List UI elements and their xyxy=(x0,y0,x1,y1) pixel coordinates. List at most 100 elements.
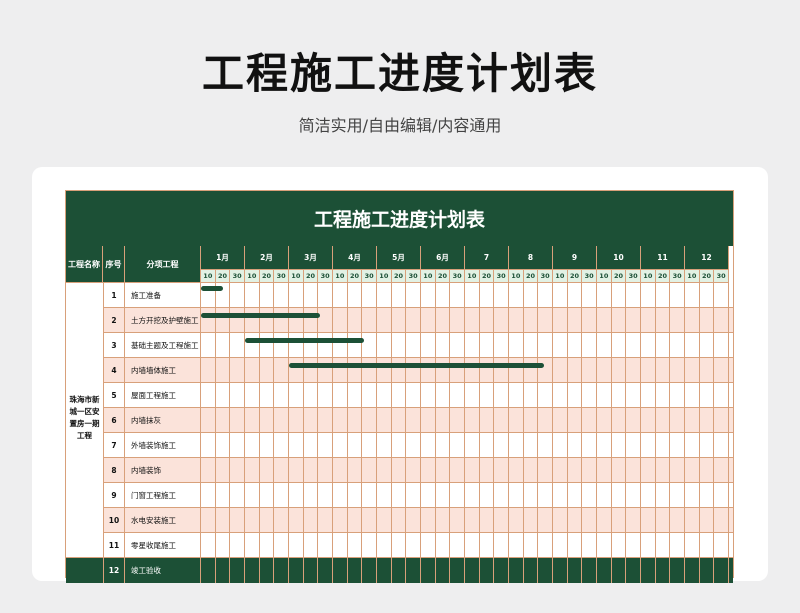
day-header: 10 xyxy=(465,270,480,283)
schedule-cell xyxy=(304,458,319,482)
schedule-cell xyxy=(230,408,245,432)
schedule-cell xyxy=(274,308,289,332)
schedule-cell xyxy=(700,433,715,457)
schedule-cell xyxy=(274,458,289,482)
schedule-cell xyxy=(538,483,553,507)
day-header: 10 xyxy=(377,270,392,283)
schedule-cell xyxy=(406,533,421,557)
month-header: 7 xyxy=(465,246,509,270)
schedule-cell xyxy=(612,483,627,507)
schedule-cell xyxy=(582,558,597,583)
day-header: 10 xyxy=(597,270,612,283)
gantt-bar xyxy=(201,313,320,318)
schedule-cell xyxy=(538,408,553,432)
schedule-cell xyxy=(465,333,480,357)
schedule-cell xyxy=(700,333,715,357)
schedule-cell xyxy=(700,558,715,583)
day-header: 10 xyxy=(421,270,436,283)
schedule-cell xyxy=(465,308,480,332)
schedule-cell xyxy=(318,483,333,507)
schedule-cell xyxy=(333,308,348,332)
day-header: 20 xyxy=(567,270,583,283)
schedule-cell xyxy=(362,458,377,482)
schedule-cell xyxy=(436,433,451,457)
schedule-cell xyxy=(245,308,260,332)
schedule-cell xyxy=(465,433,480,457)
schedule-cell xyxy=(216,458,231,482)
schedule-cell xyxy=(201,508,216,532)
schedule-cell xyxy=(318,433,333,457)
schedule-cell xyxy=(568,333,583,357)
schedule-cell xyxy=(304,308,319,332)
schedule-cell xyxy=(348,333,363,357)
day-header: 10 xyxy=(333,270,348,283)
schedule-cell xyxy=(538,358,553,382)
schedule-cell xyxy=(406,283,421,307)
schedule-cell xyxy=(538,433,553,457)
schedule-cell xyxy=(700,358,715,382)
schedule-cell xyxy=(641,383,656,407)
task-name: 土方开挖及护壁施工 xyxy=(125,308,201,332)
month-header: 12 xyxy=(685,246,729,270)
schedule-cell xyxy=(216,558,231,583)
day-header: 20 xyxy=(523,270,539,283)
month-header: 11 xyxy=(641,246,685,270)
schedule-cell xyxy=(612,383,627,407)
schedule-cell xyxy=(685,508,700,532)
task-name: 竣工验收 xyxy=(125,558,201,583)
schedule-cell xyxy=(700,508,715,532)
task-row: 11 零星收尾施工 xyxy=(66,533,733,558)
schedule-cell xyxy=(494,483,509,507)
schedule-cell xyxy=(362,358,377,382)
schedule-cell xyxy=(612,558,627,583)
schedule-cell xyxy=(230,383,245,407)
schedule-cell xyxy=(685,358,700,382)
schedule-cell xyxy=(260,408,275,432)
schedule-cell xyxy=(480,483,495,507)
schedule-cell xyxy=(289,533,304,557)
schedule-cell xyxy=(509,433,524,457)
schedule-cell xyxy=(582,508,597,532)
schedule-cell xyxy=(509,358,524,382)
schedule-cell xyxy=(553,508,568,532)
task-index: 11 xyxy=(103,533,125,557)
header-index: 序号 xyxy=(103,246,125,283)
schedule-cell xyxy=(656,358,671,382)
day-header: 10 xyxy=(685,270,700,283)
schedule-cell xyxy=(626,408,641,432)
schedule-cell xyxy=(348,308,363,332)
schedule-cell xyxy=(304,333,319,357)
schedule-cell xyxy=(260,283,275,307)
schedule-cell xyxy=(480,433,495,457)
schedule-cell xyxy=(304,508,319,532)
schedule-cell xyxy=(392,433,407,457)
schedule-cell xyxy=(670,533,685,557)
schedule-cell xyxy=(362,283,377,307)
task-index: 1 xyxy=(103,283,125,307)
schedule-cell xyxy=(230,333,245,357)
schedule-cell xyxy=(450,533,465,557)
schedule-cell xyxy=(538,558,553,583)
schedule-cell xyxy=(450,333,465,357)
schedule-cell xyxy=(480,558,495,583)
schedule-cell xyxy=(392,383,407,407)
schedule-cell xyxy=(685,383,700,407)
day-header: 20 xyxy=(479,270,495,283)
schedule-cell xyxy=(582,283,597,307)
schedule-cell xyxy=(626,358,641,382)
schedule-cell xyxy=(201,358,216,382)
schedule-cell xyxy=(304,558,319,583)
schedule-cell xyxy=(260,433,275,457)
schedule-cell xyxy=(582,483,597,507)
schedule-cell xyxy=(406,558,421,583)
schedule-cell xyxy=(670,383,685,407)
schedule-cell xyxy=(450,433,465,457)
schedule-cell xyxy=(436,358,451,382)
schedule-cell xyxy=(216,358,231,382)
schedule-cell xyxy=(450,558,465,583)
schedule-cell xyxy=(641,333,656,357)
schedule-cell xyxy=(656,558,671,583)
schedule-cell xyxy=(641,533,656,557)
schedule-cell xyxy=(597,433,612,457)
month-header: 4月 xyxy=(333,246,377,270)
